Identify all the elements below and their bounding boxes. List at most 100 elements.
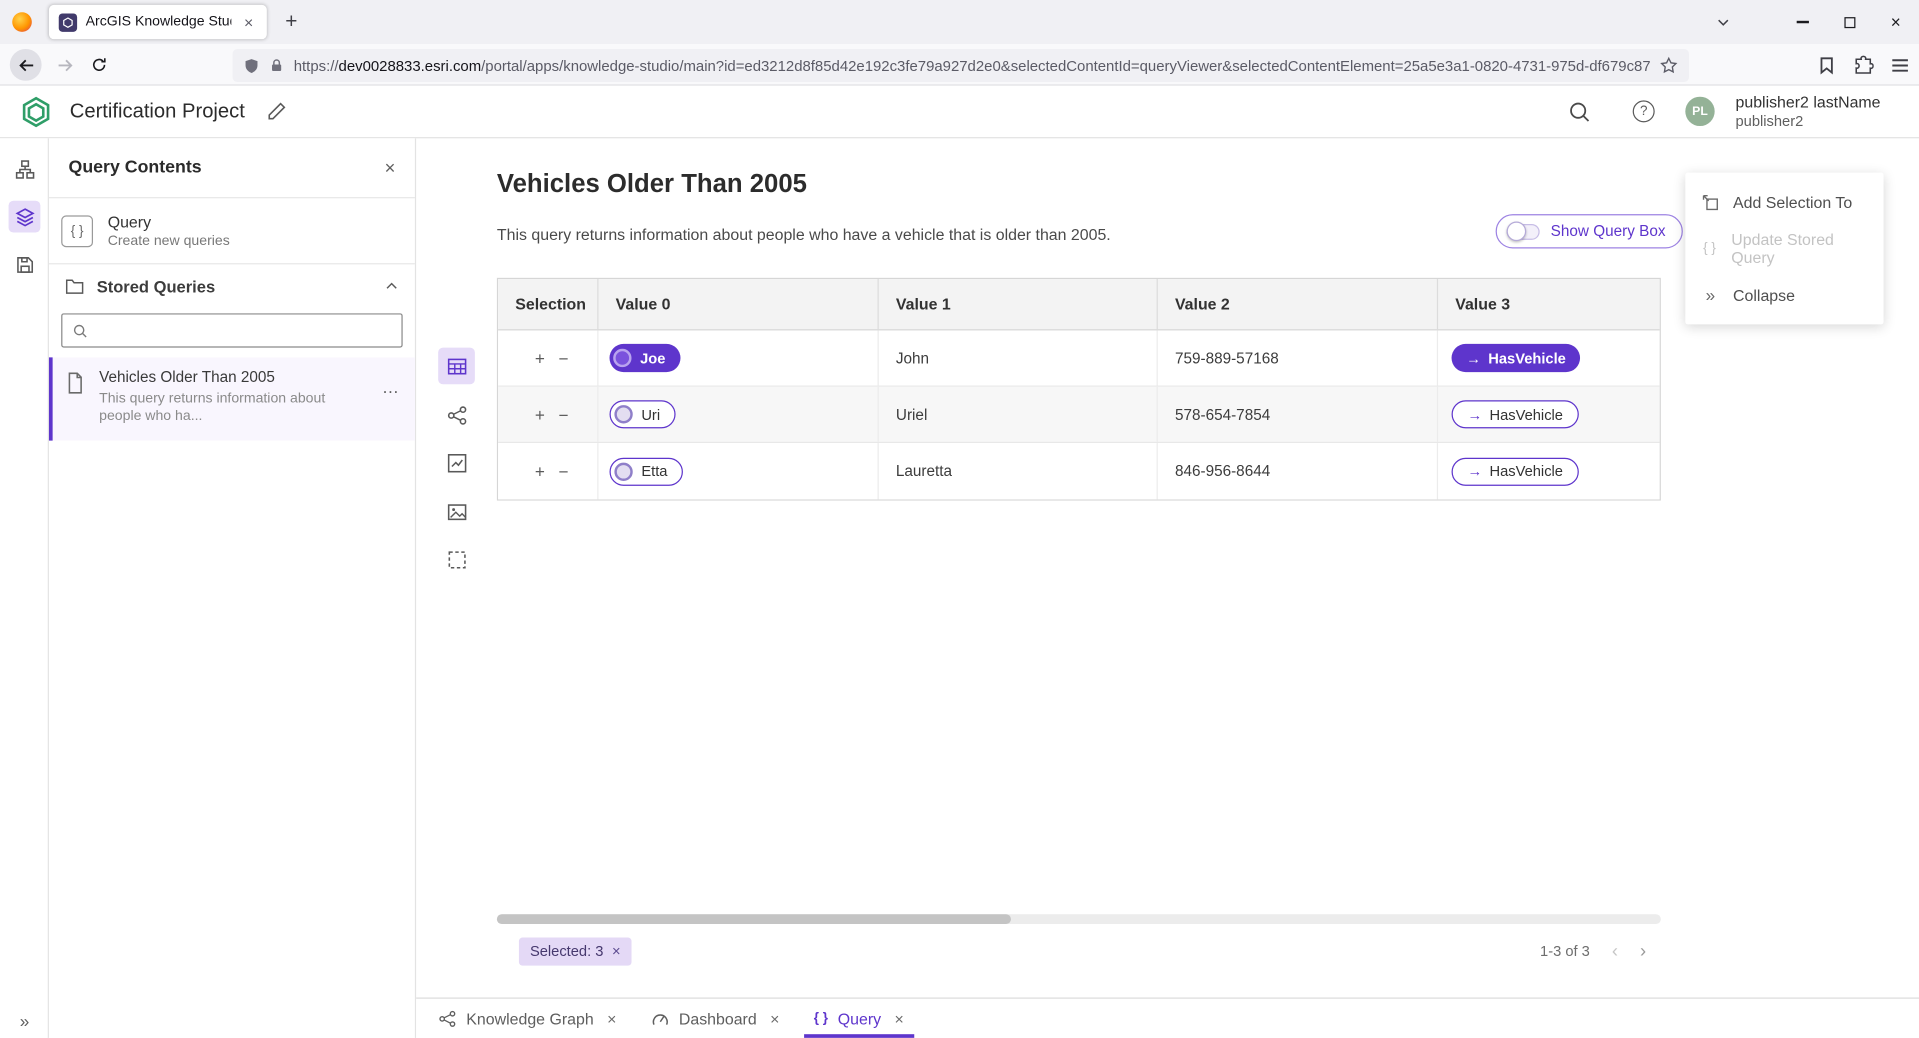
knowledge-graph-icon [438, 1009, 456, 1027]
node-pill[interactable]: Etta [610, 457, 684, 485]
results-table: Selection Value 0 Value 1 Value 2 Value … [497, 278, 1661, 501]
toggle-switch[interactable] [1507, 223, 1540, 239]
panel-close-icon[interactable]: × [385, 157, 396, 178]
user-avatar[interactable]: PL [1685, 97, 1714, 126]
browser-tab[interactable]: ArcGIS Knowledge Studio × [49, 5, 267, 39]
url-bar[interactable]: https://dev0028833.esri.com/portal/apps/… [233, 49, 1689, 82]
tab-knowledge-graph[interactable]: Knowledge Graph × [421, 999, 634, 1038]
show-query-box-toggle[interactable]: Show Query Box [1496, 214, 1683, 248]
bookmark-star-icon[interactable] [1660, 56, 1678, 74]
lock-icon[interactable] [269, 58, 284, 74]
relationship-pill[interactable]: → HasVehicle [1452, 344, 1581, 372]
close-tab-icon[interactable]: × [895, 1009, 904, 1027]
cell-value2: 759-889-57168 [1158, 330, 1438, 385]
folder-icon [65, 278, 85, 295]
tab-favicon-icon [59, 13, 77, 31]
relationship-pill[interactable]: → HasVehicle [1452, 457, 1579, 485]
user-info[interactable]: publisher2 lastName publisher2 [1735, 93, 1880, 130]
add-to-selection-button[interactable]: + [535, 348, 545, 368]
chart-view-icon[interactable] [438, 444, 475, 481]
help-icon[interactable]: ? [1633, 100, 1655, 122]
stored-query-title: Vehicles Older Than 2005 [99, 368, 325, 385]
maximize-button[interactable] [1826, 0, 1873, 44]
shield-icon[interactable] [244, 57, 260, 74]
arrow-right-icon: → [1467, 463, 1482, 480]
clear-selection-icon[interactable]: × [612, 942, 621, 959]
add-to-selection-button[interactable]: + [535, 461, 545, 481]
node-pill[interactable]: Uri [610, 400, 676, 428]
column-header-selection[interactable]: Selection [498, 279, 598, 329]
reload-button[interactable] [83, 49, 115, 81]
cell-value2: 578-654-7854 [1158, 387, 1438, 442]
more-options-ellipsis-icon[interactable]: … [382, 377, 400, 397]
pocket-icon[interactable] [1816, 55, 1837, 76]
document-icon [65, 371, 86, 395]
cell-value1: Uriel [879, 387, 1158, 442]
hamburger-menu-icon[interactable] [1890, 55, 1911, 76]
menu-item-update-stored-query[interactable]: { } Update Stored Query [1685, 225, 1883, 272]
arrow-right-icon: → [1466, 349, 1481, 366]
selected-count-chip[interactable]: Selected: 3 × [519, 937, 632, 965]
layers-icon[interactable] [9, 201, 41, 233]
stored-queries-search-input[interactable] [97, 322, 392, 339]
double-chevron-icon: » [1700, 285, 1721, 305]
toggle-label: Show Query Box [1551, 223, 1666, 240]
table-row: + − Joe John 759-889-57168 → HasVehicle [498, 330, 1659, 386]
minimize-button[interactable] [1780, 0, 1827, 44]
cell-value2: 846-956-8644 [1158, 443, 1438, 499]
arrow-right-icon: → [1467, 406, 1482, 423]
context-menu: Add Selection To { } Update Stored Query… [1685, 173, 1883, 325]
scrollbar-thumb[interactable] [497, 914, 1011, 924]
expand-rail-icon[interactable]: » [0, 1011, 49, 1031]
next-page-icon[interactable]: › [1640, 941, 1646, 962]
horizontal-scrollbar[interactable] [497, 914, 1661, 924]
close-tab-icon[interactable]: × [607, 1009, 616, 1027]
tab-dashboard[interactable]: Dashboard × [634, 999, 797, 1038]
stored-query-item-selected[interactable]: Vehicles Older Than 2005 This query retu… [49, 357, 415, 440]
close-tab-icon[interactable]: × [770, 1009, 779, 1027]
tab-query[interactable]: { } Query × [797, 999, 921, 1038]
close-window-button[interactable]: × [1873, 0, 1919, 44]
table-view-icon[interactable] [438, 348, 475, 385]
extensions-puzzle-icon[interactable] [1853, 55, 1874, 76]
column-header-value3[interactable]: Value 3 [1438, 279, 1660, 329]
forward-button[interactable] [49, 49, 81, 81]
edit-title-pencil-icon[interactable] [267, 102, 287, 122]
selection-box-icon[interactable] [438, 541, 475, 578]
app-header: Certification Project ? PL publisher2 la… [0, 86, 1919, 139]
stored-queries-header[interactable]: Stored Queries [49, 264, 415, 308]
tab-close-button[interactable]: × [240, 12, 257, 33]
browser-nav-bar: https://dev0028833.esri.com/portal/apps/… [0, 44, 1919, 86]
new-query-item[interactable]: { } Query Create new queries [49, 198, 415, 264]
chevron-up-icon[interactable] [384, 279, 399, 294]
remove-from-selection-button[interactable]: − [558, 461, 568, 481]
back-button[interactable] [10, 49, 42, 81]
column-header-value0[interactable]: Value 0 [598, 279, 878, 329]
search-icon[interactable] [1568, 100, 1591, 123]
cell-value1: Lauretta [879, 443, 1158, 499]
link-chart-icon[interactable] [438, 397, 475, 434]
stored-queries-search[interactable] [61, 313, 402, 347]
user-name: publisher2 lastName [1735, 93, 1880, 112]
remove-from-selection-button[interactable]: − [558, 404, 568, 424]
menu-item-add-selection-to[interactable]: Add Selection To [1685, 179, 1883, 226]
firefox-icon [12, 12, 32, 32]
query-result-description: This query returns information about peo… [497, 225, 1111, 243]
node-dot-icon [614, 462, 632, 480]
relationship-pill[interactable]: → HasVehicle [1452, 400, 1579, 428]
save-icon[interactable] [9, 248, 41, 280]
column-header-value2[interactable]: Value 2 [1158, 279, 1438, 329]
new-tab-button[interactable]: + [277, 7, 306, 36]
column-header-value1[interactable]: Value 1 [879, 279, 1158, 329]
node-pill[interactable]: Joe [610, 344, 681, 372]
hierarchy-icon[interactable] [9, 153, 41, 185]
dashboard-icon [651, 1009, 669, 1027]
remove-from-selection-button[interactable]: − [558, 348, 568, 368]
menu-item-collapse[interactable]: » Collapse [1685, 272, 1883, 319]
previous-page-icon[interactable]: ‹ [1612, 941, 1618, 962]
image-view-icon[interactable] [438, 493, 475, 530]
add-to-selection-button[interactable]: + [535, 404, 545, 424]
left-rail: » [0, 138, 49, 1038]
list-tabs-chevron-icon[interactable] [1711, 10, 1735, 34]
cell-value1: John [879, 330, 1158, 385]
